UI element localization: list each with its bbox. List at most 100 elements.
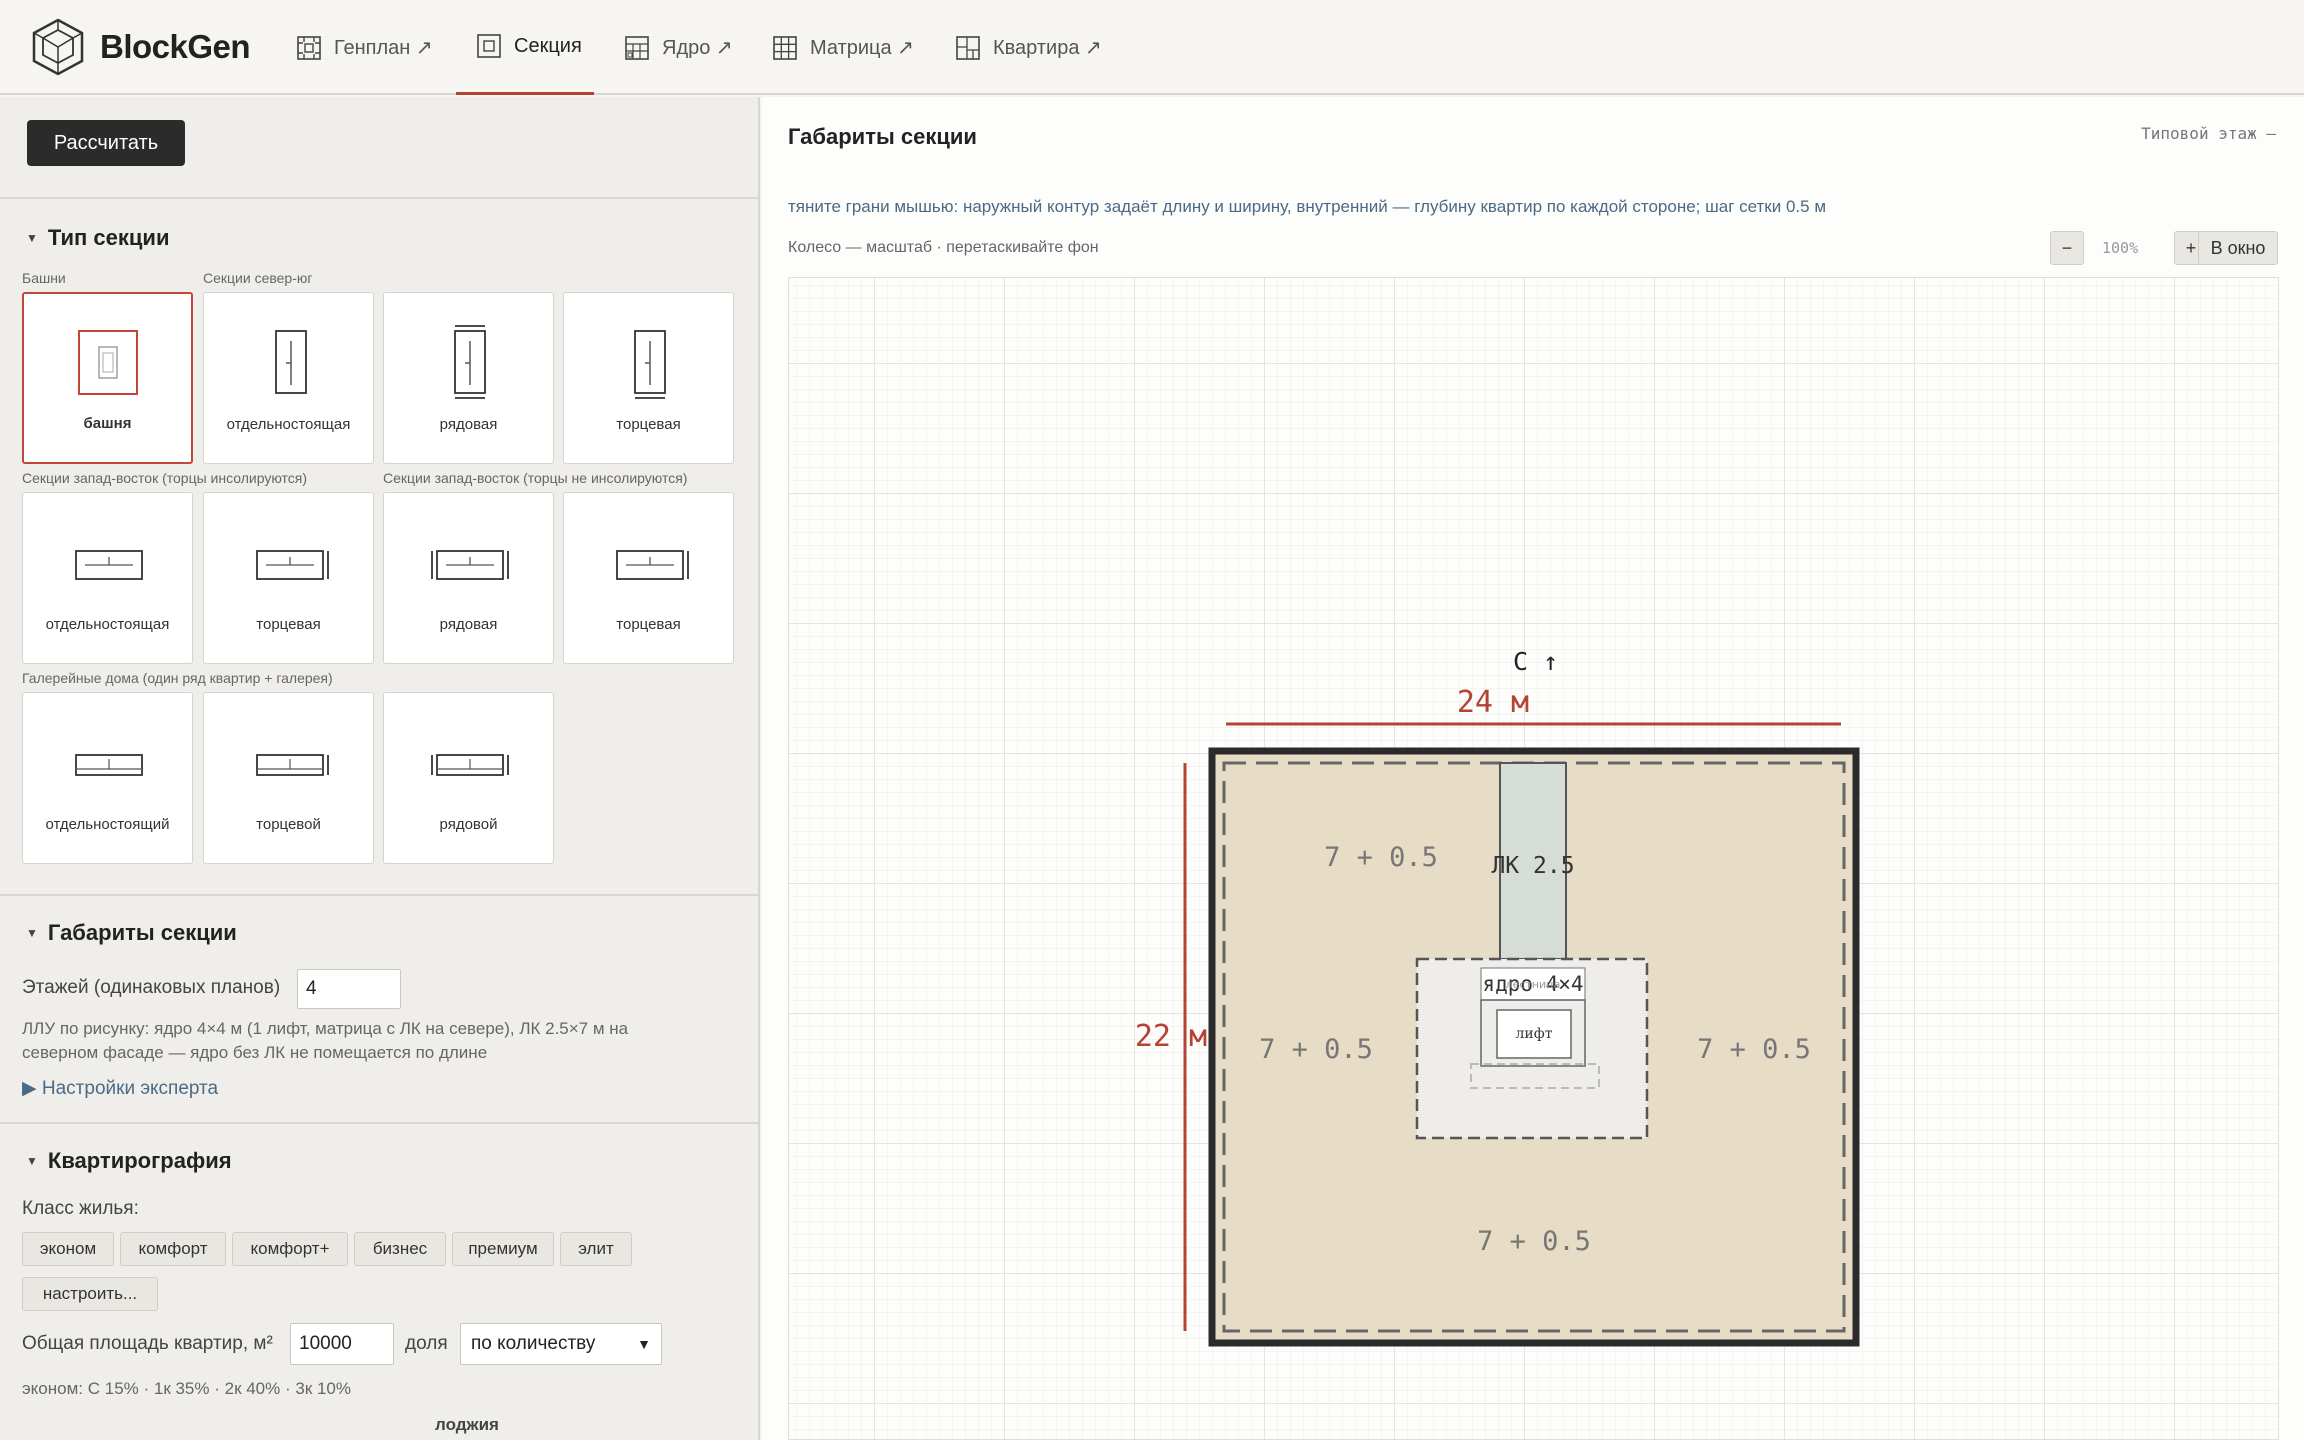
depth-east-label: 7 + 0.5 [1697,1034,1811,1065]
main-title: Габариты секции [788,124,977,149]
class-chip-elite[interactable]: элит [560,1232,632,1266]
tab-label: Секция [514,34,582,57]
tab-label: Матрица ↗ [810,37,914,59]
plan-canvas[interactable]: С ↑ 24 м 22 м 7 + 0.5 7 + 0.5 7 + 0.5 7 … [788,277,2279,1440]
drag-hint: тяните грани мышью: наружный контур зада… [788,197,1827,216]
section-ns-end-icon [634,330,666,399]
section-we-row-icon [431,550,509,580]
tab-matrix[interactable]: Матрица ↗ [772,0,914,95]
depth-north-label: 7 + 0.5 [1324,842,1438,873]
section-card-gallery-standalone[interactable]: отдельностоящий [22,692,193,864]
divider [0,197,758,199]
section-card-gallery-row[interactable]: рядовой [383,692,554,864]
loggia-header: лоджия [435,1415,499,1434]
width-label: 24 м [1457,685,1529,720]
configure-button[interactable]: настроить... [22,1277,158,1311]
floors-label: Этажей (одинаковых планов) [22,977,281,998]
card-label: отдельностоящий [45,816,170,833]
card-label: торцевой [256,816,321,833]
collapse-triangle-icon: ▼ [26,1154,38,1168]
section-type-header[interactable]: ▼ Тип секции [26,225,169,251]
group-label-towers: Башни [22,270,66,286]
group-label-we-not-insolated: Секции запад-восток (торцы не инсолируют… [383,470,688,486]
expert-settings-toggle[interactable]: ▶ Настройки эксперта [22,1077,218,1100]
section-card-gallery-end[interactable]: торцевой [203,692,374,864]
tab-apartment[interactable]: Квартира ↗ [955,0,1102,95]
sidebar: Рассчитать ▼ Тип секции Башни Секции сев… [0,97,760,1440]
dimensions-help: ЛЛУ по рисунку: ядро 4×4 м (1 лифт, матр… [22,1019,629,1062]
tab-section[interactable]: Секция [456,0,594,95]
section-type-title: Тип секции [47,225,170,250]
app-logo[interactable]: BlockGen [32,18,251,76]
card-label: рядовая [439,616,498,633]
lk-label: ЛК 2.5 [1491,853,1574,879]
fit-window-button[interactable]: В окно [2198,231,2278,265]
section-card-we-end-2[interactable]: торцевая [563,492,734,664]
stair-label: лестница [1506,978,1561,991]
gallery-icon [75,754,143,776]
class-label: Класс жилья: [22,1198,139,1219]
section-card-ns-standalone[interactable]: отдельностоящая [203,292,374,464]
site-plan-icon [297,35,321,60]
card-label: отдельностоящая [226,416,351,433]
section-icon [477,34,501,58]
section-card-we-standalone[interactable]: отдельностоящая [22,492,193,664]
share-label: доля [405,1333,448,1354]
section-card-ns-row[interactable]: рядовая [383,292,554,464]
group-label-gallery: Галерейные дома (один ряд квартир + гале… [22,670,333,686]
depth-south-label: 7 + 0.5 [1477,1226,1591,1257]
card-label: рядовая [439,416,498,433]
matrix-icon [773,35,797,60]
zoom-out-button[interactable]: − [2050,231,2084,265]
class-chip-economy[interactable]: эконом [22,1232,114,1266]
card-label: башня [83,415,132,432]
lift-label: лифт [1516,1026,1553,1042]
height-label: 22 м [1135,1019,1207,1054]
depth-west-label: 7 + 0.5 [1259,1034,1373,1065]
section-card-we-end[interactable]: торцевая [203,492,374,664]
floors-input[interactable]: 4 [297,969,401,1009]
collapse-triangle-icon: ▼ [26,926,38,940]
section-card-tower[interactable]: башня [22,292,193,464]
tab-label: Генплан ↗ [334,37,433,59]
divider [0,894,758,896]
share-select-value: по количеству [471,1333,596,1354]
section-card-we-row[interactable]: рядовая [383,492,554,664]
card-label: торцевая [256,616,321,633]
class-chip-comfort-plus[interactable]: комфорт+ [232,1232,348,1266]
core-icon [625,35,649,60]
class-chip-business[interactable]: бизнес [354,1232,446,1266]
chevron-down-icon: ▼ [637,1336,651,1352]
gallery-end-icon [256,754,329,776]
tab-label: Ядро ↗ [662,37,733,59]
north-indicator: С ↑ [1513,647,1558,676]
zoom-hint: Колесо — масштаб · перетаскивайте фон [788,239,1099,256]
collapse-triangle-icon: ▼ [26,231,38,245]
main-panel: Габариты секции Типовой этаж — тяните гр… [762,97,2304,1440]
class-chip-comfort[interactable]: комфорт [120,1232,226,1266]
gallery-row-icon [431,754,509,776]
divider [0,1122,758,1124]
floor-selector[interactable]: Типовой этаж — [2141,124,2276,143]
logo-cube-icon [32,18,84,76]
mix-summary: эконом: С 15% · 1к 35% · 2к 40% · 3к 10% [22,1379,352,1398]
apartment-icon [956,35,980,60]
group-label-north-south: Секции север-юг [203,270,313,286]
area-input[interactable]: 10000 [290,1323,394,1365]
card-label: отдельностоящая [45,616,170,633]
calculate-button[interactable]: Рассчитать [27,120,185,166]
group-label-we-insolated: Секции запад-восток (торцы инсолируются) [22,470,308,486]
plan-svg[interactable]: С ↑ 24 м 22 м 7 + 0.5 7 + 0.5 7 + 0.5 7 … [789,278,2279,1440]
class-chip-premium[interactable]: премиум [452,1232,554,1266]
section-card-ns-end[interactable]: торцевая [563,292,734,464]
share-select[interactable]: по количеству ▼ [460,1323,662,1365]
section-we-icon [75,550,143,580]
tab-core[interactable]: Ядро ↗ [624,0,733,95]
card-label: рядовой [439,816,498,833]
section-we-end-icon [256,550,329,580]
tab-genplan[interactable]: Генплан ↗ [296,0,433,95]
section-ns-icon [275,330,307,394]
dimensions-header[interactable]: ▼ Габариты секции [26,920,237,946]
apartments-header[interactable]: ▼ Квартирография [26,1148,232,1174]
apartments-title: Квартирография [47,1148,232,1173]
